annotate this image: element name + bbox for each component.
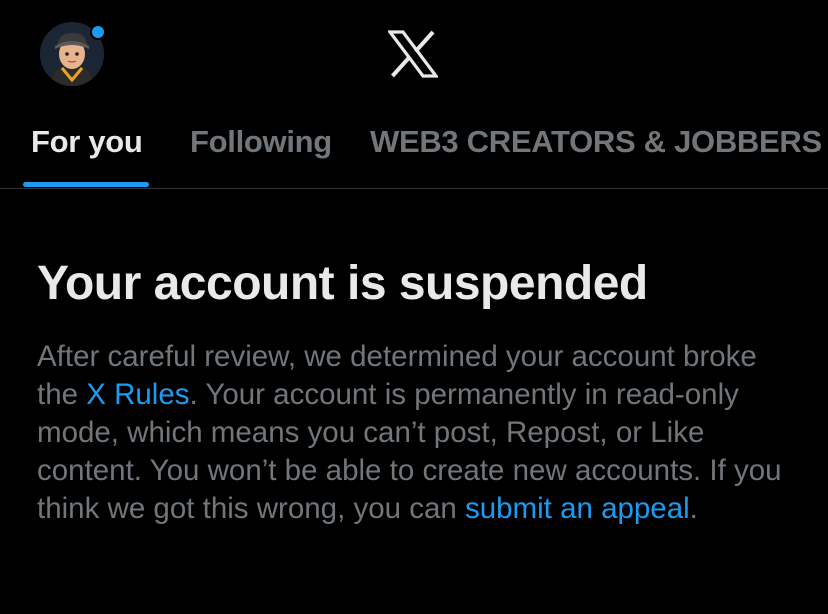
suspension-message: After careful review, we determined your… — [37, 338, 797, 528]
notification-dot — [90, 24, 106, 40]
tab-following[interactable]: Following — [190, 124, 332, 160]
suspension-title: Your account is suspended — [37, 257, 648, 310]
x-rules-link[interactable]: X Rules — [86, 378, 189, 411]
x-logo-icon[interactable] — [386, 30, 440, 78]
suspension-notice: Your account is suspended After careful … — [37, 252, 797, 528]
top-header — [0, 0, 828, 110]
submit-appeal-link[interactable]: submit an appeal — [465, 492, 690, 525]
tab-web3-creators-jobbers[interactable]: WEB3 CREATORS & JOBBERS — [370, 124, 822, 160]
timeline-tabs: For you Following WEB3 CREATORS & JOBBER… — [0, 110, 828, 189]
tab-for-you[interactable]: For you — [31, 124, 143, 160]
message-part-3: . — [689, 492, 698, 525]
active-tab-indicator — [23, 182, 149, 187]
